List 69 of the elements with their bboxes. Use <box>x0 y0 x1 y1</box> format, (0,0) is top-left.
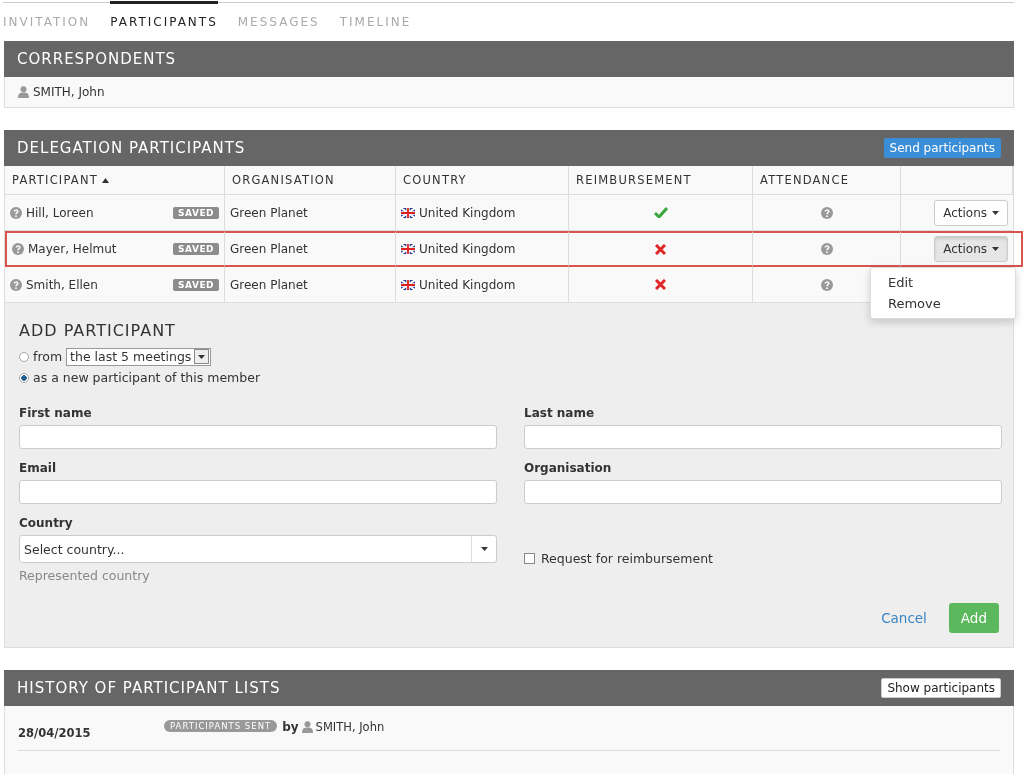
flag-icon <box>401 244 415 254</box>
section-title: ADD PARTICIPANT <box>19 321 177 340</box>
field-label: Last name <box>524 406 596 420</box>
person-icon <box>301 721 313 733</box>
panel-title: HISTORY OF PARTICIPANT LISTS <box>17 679 281 697</box>
organisation-cell: Green Planet <box>230 242 308 256</box>
person-name: SMITH, John <box>315 720 385 734</box>
tab[interactable]: PARTICIPANTS <box>110 1 218 31</box>
country-cell: United Kingdom <box>419 277 516 292</box>
status-badge: SAVED <box>173 243 219 255</box>
column-header[interactable]: ORGANISATION <box>225 166 396 195</box>
by-label: by <box>282 720 299 734</box>
caret-icon <box>992 247 999 251</box>
person-icon <box>18 86 29 98</box>
checkbox-label: Request for reimbursement <box>541 551 713 566</box>
column-header[interactable]: PARTICIPANT <box>5 166 225 195</box>
checkbox[interactable] <box>524 553 535 564</box>
column-header[interactable]: COUNTRY <box>396 166 569 195</box>
input-field[interactable] <box>19 425 497 449</box>
question-icon <box>10 278 22 291</box>
organisation-cell: Green Planet <box>230 205 308 220</box>
country-cell: United Kingdom <box>419 242 516 256</box>
question-icon <box>10 206 22 219</box>
radio-button[interactable] <box>19 351 29 362</box>
country-select[interactable]: Select country... <box>19 535 497 563</box>
input-field[interactable] <box>524 425 1002 449</box>
caret-icon <box>480 547 488 551</box>
column-header[interactable]: ATTENDANCE <box>753 166 901 195</box>
menu-item[interactable]: Remove <box>871 293 1015 314</box>
question-icon <box>820 206 833 219</box>
status-badge: PARTICIPANTS SENT <box>164 720 278 732</box>
input-field[interactable] <box>524 480 1002 504</box>
cancel-link[interactable]: Cancel <box>875 609 933 627</box>
question-icon <box>12 243 24 255</box>
help-text: Represented country <box>19 568 151 583</box>
participant-name: Smith, Ellen <box>26 277 98 292</box>
status-badge: SAVED <box>173 206 219 219</box>
panel-title: CORRESPONDENTS <box>17 50 177 68</box>
meetings-select[interactable]: the last 5 meetings <box>66 347 212 366</box>
radio-label: as a new participant of this member <box>33 370 261 385</box>
question-icon <box>820 243 833 255</box>
cross-icon <box>655 243 666 255</box>
field-label: Email <box>19 461 58 475</box>
organisation-cell: Green Planet <box>230 277 308 292</box>
field-label: Organisation <box>524 461 613 475</box>
flag-icon <box>401 207 415 218</box>
menu-item[interactable]: Edit <box>871 272 1015 293</box>
participant-name: Hill, Loreen <box>26 205 94 220</box>
status-badge: SAVED <box>173 278 219 291</box>
flag-icon <box>401 279 415 290</box>
correspondent-name: SMITH, John <box>33 85 105 99</box>
country-cell: United Kingdom <box>419 205 516 220</box>
input-field[interactable] <box>19 480 497 504</box>
column-header[interactable]: REIMBURSEMENT <box>569 166 753 195</box>
actions-button[interactable]: Actions <box>934 236 1008 262</box>
field-label: Country <box>19 516 74 530</box>
participant-name: Mayer, Helmut <box>28 242 117 256</box>
caret-icon <box>992 210 999 215</box>
cross-icon <box>655 279 666 290</box>
panel-title: DELEGATION PARTICIPANTS <box>17 139 246 157</box>
caret-icon <box>198 354 206 359</box>
actions-button[interactable]: Actions <box>934 199 1008 226</box>
question-icon <box>820 278 833 291</box>
show-participants-button[interactable]: Show participants <box>881 678 1001 698</box>
radio-label: from <box>33 349 63 364</box>
field-label: First name <box>19 406 93 420</box>
check-icon <box>653 207 668 218</box>
history-date: 28/04/2015 <box>18 726 92 740</box>
radio-button[interactable] <box>19 372 29 383</box>
